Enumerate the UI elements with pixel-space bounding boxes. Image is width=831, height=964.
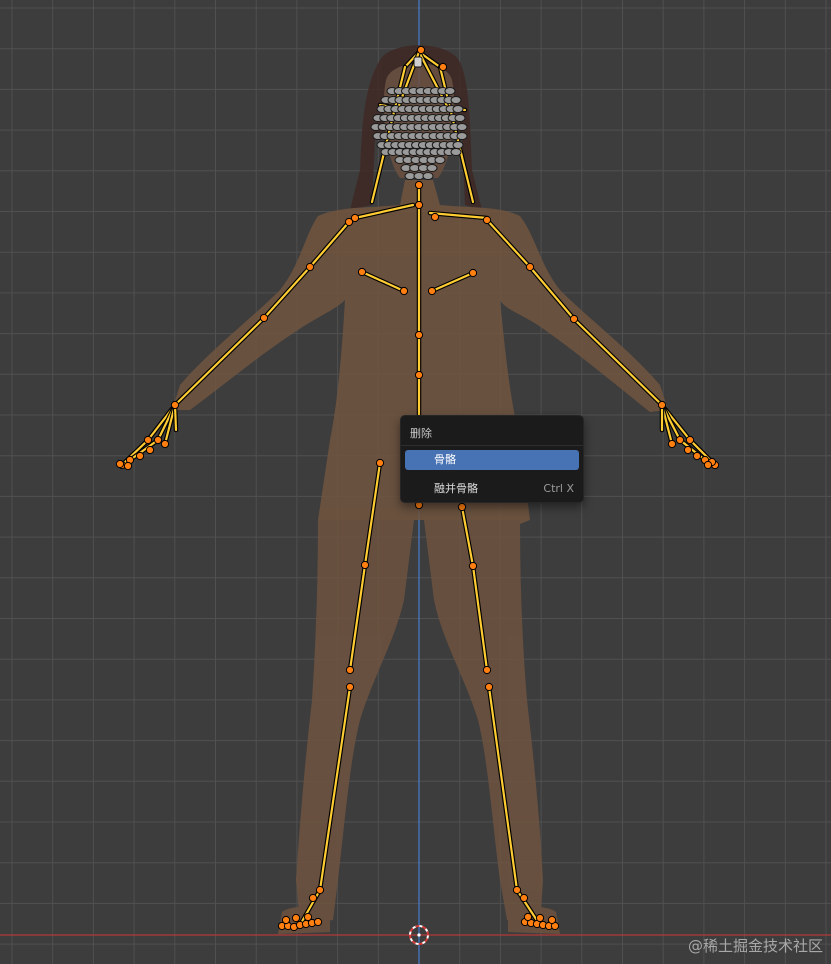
menu-item-label: 融并骨骼 — [434, 482, 478, 495]
bone-joint — [135, 451, 145, 461]
bone-joint — [703, 460, 713, 470]
face-bone — [456, 123, 468, 131]
face-bone — [426, 164, 438, 172]
bone-joint — [657, 400, 667, 410]
bone-joint — [468, 561, 478, 571]
bone-joint — [145, 445, 155, 455]
delete-bones-item[interactable]: 骨骼 — [405, 450, 579, 470]
bone-joint — [399, 286, 409, 296]
bone-joint — [308, 893, 318, 903]
bone-joint — [344, 217, 354, 227]
left-leg-mesh — [296, 520, 414, 925]
bone-joint — [484, 682, 494, 692]
bone-joint — [345, 682, 355, 692]
bone-joint — [683, 445, 693, 455]
bone-joint — [438, 62, 448, 72]
face-bone — [434, 156, 446, 164]
head-control-bone — [413, 56, 423, 68]
bone-joint — [123, 461, 133, 471]
dissolve-bones-item[interactable]: 融并骨骼 Ctrl X — [405, 479, 579, 499]
watermark: @稀土掘金技术社区 — [687, 937, 823, 955]
face-bone — [454, 114, 466, 122]
bone-joint — [170, 400, 180, 410]
bone-joint — [547, 915, 557, 925]
bone-joint — [414, 200, 424, 210]
face-bone — [450, 148, 462, 156]
face-bone — [452, 141, 464, 149]
menu-item-shortcut: Ctrl X — [543, 482, 574, 495]
bone-joint — [414, 370, 424, 380]
menu-title: 删除 — [410, 427, 432, 440]
bone-joint — [523, 912, 533, 922]
bone-joint — [313, 917, 323, 927]
bone — [572, 317, 664, 407]
bone-joint — [525, 262, 535, 272]
bone-joint — [303, 912, 313, 922]
face-bone — [452, 105, 464, 113]
bone-joint — [535, 913, 545, 923]
right-leg-mesh — [424, 520, 543, 925]
bone-joint — [519, 893, 529, 903]
bone-joint — [482, 665, 492, 675]
bone-joint — [468, 268, 478, 278]
face-bone — [422, 172, 434, 180]
bone-joint — [512, 885, 522, 895]
bone-joint — [569, 314, 579, 324]
bone-joint — [414, 330, 424, 340]
face-bone — [456, 132, 468, 140]
3d-viewport[interactable]: 删除 骨骼 融并骨骼 Ctrl X @稀土掘金技术社区 — [0, 0, 831, 964]
delete-context-menu: 删除 骨骼 融并骨骼 Ctrl X — [400, 415, 584, 503]
bone-joint — [315, 885, 325, 895]
bone-joint — [685, 435, 695, 445]
bone-joint — [430, 212, 440, 222]
bone-joint — [291, 913, 301, 923]
bone-joint — [143, 435, 153, 445]
bone-joint — [414, 180, 424, 190]
face-bone — [444, 87, 456, 95]
bone-joint — [281, 915, 291, 925]
bone-joint — [457, 502, 467, 512]
bone-joint — [153, 435, 163, 445]
bone-joint — [416, 45, 426, 55]
menu-separator — [401, 445, 583, 446]
bone-joint — [667, 439, 677, 449]
bone-joint — [360, 560, 370, 570]
bone-joint — [345, 665, 355, 675]
bone-joint — [259, 313, 269, 323]
bone-joint — [375, 458, 385, 468]
menu-item-label: 骨骼 — [434, 453, 456, 466]
bone-joint — [357, 267, 367, 277]
bone-joint — [427, 286, 437, 296]
bone-joint — [482, 215, 492, 225]
face-bone — [450, 96, 462, 104]
bone-joint — [692, 451, 702, 461]
bone-joint — [160, 439, 170, 449]
bone-joint — [675, 435, 685, 445]
bone-joint — [305, 262, 315, 272]
bone-joint — [115, 459, 125, 469]
